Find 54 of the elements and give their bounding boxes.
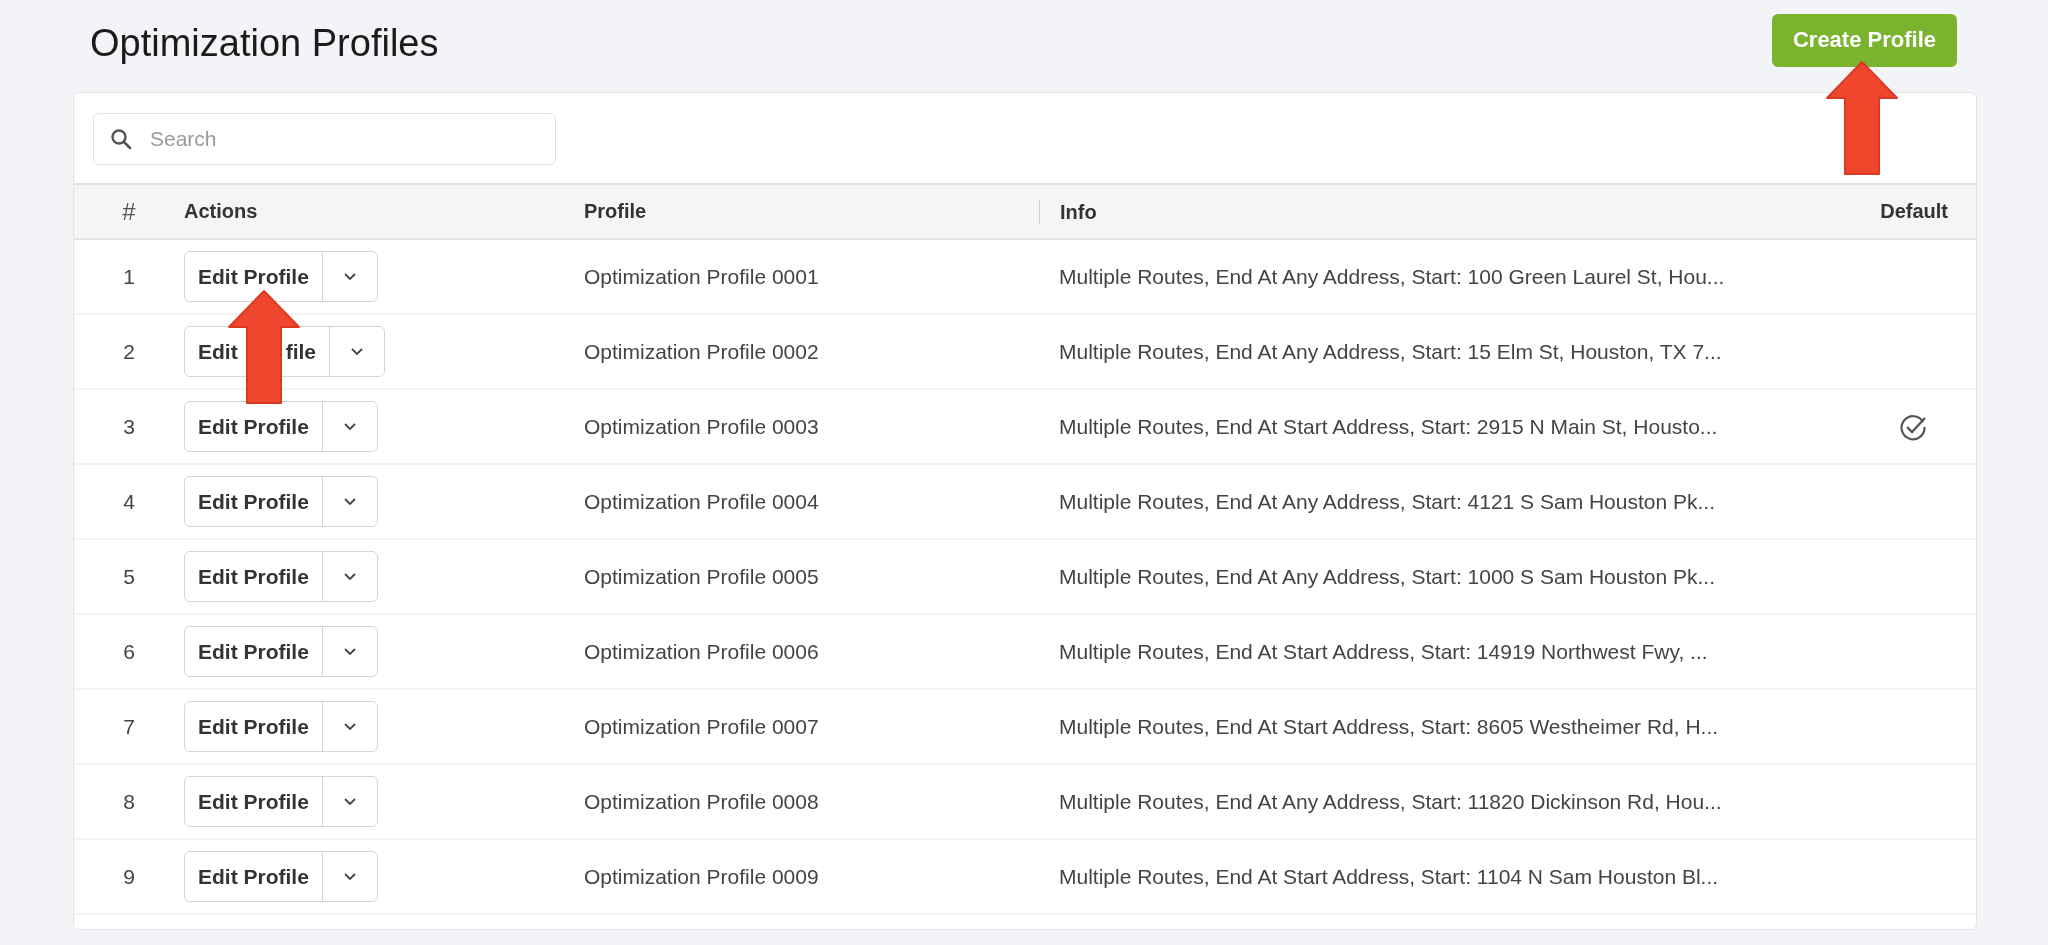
table-cell-text: Multiple Routes, End At Any Address, Start: 11820 Dickinson Rd, Hou... bbox=[1059, 789, 1723, 814]
row-number: 2 bbox=[122, 339, 136, 364]
button-label: Edit bbox=[198, 339, 238, 364]
column-header: Profile bbox=[584, 200, 648, 223]
column-header: Info bbox=[1039, 199, 1840, 224]
table-cell-text: Optimization Profile 0002 bbox=[584, 339, 820, 364]
chevron-down-icon bbox=[342, 722, 357, 731]
edit-profile-button[interactable]: Edit Profile bbox=[185, 777, 323, 826]
row-number: 7 bbox=[122, 714, 136, 739]
table-cell-text: Multiple Routes, End At Start Address, Start: 1104 N Sam Houston Bl... bbox=[1059, 864, 1720, 889]
table-cell-text: Optimization Profile 0006 bbox=[584, 639, 820, 664]
edit-profile-button[interactable]: Edit Profile bbox=[185, 702, 323, 751]
edit-profile-button[interactable]: Edit Profile bbox=[185, 477, 323, 526]
table-cell-text: Multiple Routes, End At Start Address, Start: 8605 Westheimer Rd, H... bbox=[1059, 714, 1720, 739]
edit-profile-button[interactable]: Edit Profile bbox=[185, 627, 323, 676]
chevron-down-icon bbox=[342, 872, 357, 881]
table-cell-text: Optimization Profile 0004 bbox=[584, 489, 820, 514]
chevron-down-icon bbox=[342, 797, 357, 806]
button-label: file bbox=[285, 339, 316, 364]
table-cell-text: Optimization Profile 0007 bbox=[584, 714, 820, 739]
table-cell-text: Optimization Profile 0009 bbox=[584, 864, 820, 889]
table-cell-text: Multiple Routes, End At Any Address, Start: 4121 S Sam Houston Pk... bbox=[1059, 489, 1716, 514]
table-cell-text: Optimization Profile 0005 bbox=[584, 564, 820, 589]
row-number: 9 bbox=[122, 864, 136, 889]
row-number: 1 bbox=[122, 264, 136, 289]
row-number: 3 bbox=[122, 414, 136, 439]
chevron-down-icon bbox=[342, 272, 357, 281]
column-header: # bbox=[121, 197, 137, 226]
edit-profile-button[interactable]: Edit Profile bbox=[185, 852, 323, 901]
chevron-down-icon bbox=[342, 647, 357, 656]
table-cell-text: Optimization Profile 0008 bbox=[584, 789, 820, 814]
row-number: 6 bbox=[122, 639, 136, 664]
row-number: 4 bbox=[122, 489, 136, 514]
page-title: Optimization Profiles bbox=[90, 21, 439, 65]
chevron-down-icon bbox=[350, 347, 364, 356]
column-header: Default bbox=[1879, 200, 1949, 223]
chevron-down-icon bbox=[342, 422, 357, 431]
table-cell-text: Multiple Routes, End At Any Address, Start: 1000 S Sam Houston Pk... bbox=[1059, 564, 1716, 589]
row-number: 5 bbox=[122, 564, 136, 589]
table-cell-text: Optimization Profile 0001 bbox=[584, 264, 820, 289]
search-icon bbox=[109, 127, 133, 151]
edit-profile-button[interactable]: Edit Profile bbox=[185, 252, 323, 301]
table-cell-text: Optimization Profile 0003 bbox=[584, 414, 820, 439]
edit-profile-button[interactable]: Edit Profile bbox=[185, 552, 323, 601]
search-field[interactable]: Search bbox=[93, 113, 556, 165]
table-cell-text: Multiple Routes, End At Start Address, Start: 14919 Northwest Fwy, ... bbox=[1059, 639, 1709, 664]
row-number: 8 bbox=[122, 789, 136, 814]
table-cell-text: Multiple Routes, End At Any Address, Start: 100 Green Laurel St, Hou... bbox=[1059, 264, 1726, 289]
column-header: Actions bbox=[184, 200, 259, 223]
table-cell-text: Multiple Routes, End At Start Address, Start: 2915 N Main St, Housto... bbox=[1059, 414, 1719, 439]
edit-profile-button[interactable]: Edit Profile bbox=[185, 402, 323, 451]
chevron-down-icon bbox=[342, 497, 357, 506]
chevron-down-icon bbox=[342, 572, 357, 581]
table-cell-text: Multiple Routes, End At Any Address, Start: 15 Elm St, Houston, TX 7... bbox=[1059, 339, 1723, 364]
